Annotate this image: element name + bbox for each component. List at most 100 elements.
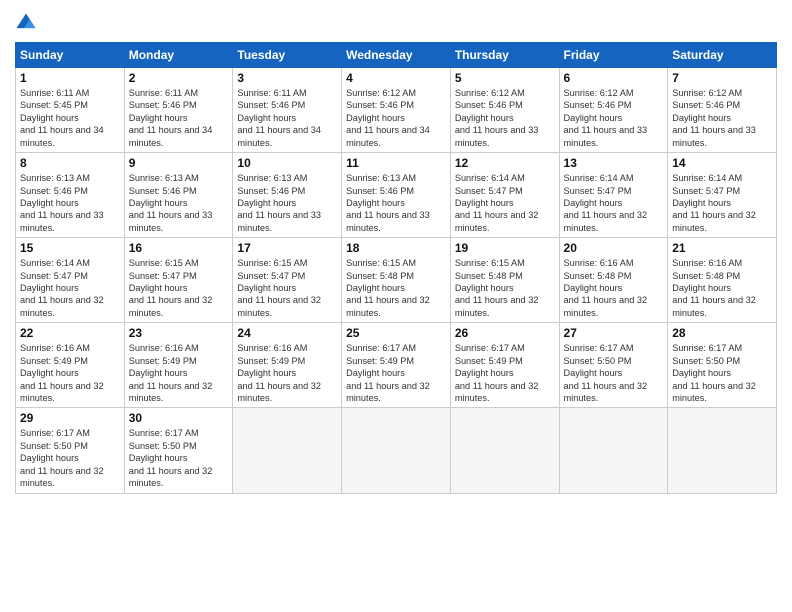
- calendar-cell: 27 Sunrise: 6:17 AMSunset: 5:50 PMDayligh…: [559, 323, 668, 408]
- calendar-cell: 21Sunrise: 6:16 AMSunset: 5:48 PMDayligh…: [668, 238, 777, 323]
- calendar-cell: 12 Sunrise: 6:14 AMSunset: 5:47 PMDayligh…: [450, 153, 559, 238]
- header-day-saturday: Saturday: [668, 43, 777, 68]
- cell-info: Sunrise: 6:15 AMSunset: 5:47 PMDaylight …: [129, 257, 229, 319]
- calendar-cell: 7 Sunrise: 6:12 AMSunset: 5:46 PMDaylight…: [668, 68, 777, 153]
- cell-info: Sunrise: 6:17 AMSunset: 5:49 PMDaylight …: [455, 342, 555, 404]
- page: SundayMondayTuesdayWednesdayThursdayFrid…: [0, 0, 792, 612]
- cell-info: Sunrise: 6:13 AMSunset: 5:46 PMDaylight …: [129, 172, 229, 234]
- calendar-cell: 15Sunrise: 6:14 AMSunset: 5:47 PMDayligh…: [16, 238, 125, 323]
- calendar-cell: [342, 408, 451, 493]
- calendar-cell: 13 Sunrise: 6:14 AMSunset: 5:47 PMDayligh…: [559, 153, 668, 238]
- calendar-cell: 8 Sunrise: 6:13 AMSunset: 5:46 PMDaylight…: [16, 153, 125, 238]
- calendar-cell: 23 Sunrise: 6:16 AMSunset: 5:49 PMDayligh…: [124, 323, 233, 408]
- day-number: 27: [564, 326, 664, 340]
- cell-info: Sunrise: 6:12 AMSunset: 5:46 PMDaylight …: [564, 87, 664, 149]
- cell-info: Sunrise: 6:17 AMSunset: 5:50 PMDaylight …: [20, 427, 120, 489]
- calendar-cell: 17 Sunrise: 6:15 AMSunset: 5:47 PMDayligh…: [233, 238, 342, 323]
- calendar-cell: [450, 408, 559, 493]
- logo: [15, 10, 39, 34]
- day-number: 2: [129, 71, 229, 85]
- cell-info: Sunrise: 6:15 AMSunset: 5:48 PMDaylight …: [346, 257, 446, 319]
- calendar-cell: 4Sunrise: 6:12 AMSunset: 5:46 PMDaylight…: [342, 68, 451, 153]
- header: [15, 10, 777, 34]
- day-number: 9: [129, 156, 229, 170]
- calendar-cell: [668, 408, 777, 493]
- day-number: 25: [346, 326, 446, 340]
- calendar-cell: 18 Sunrise: 6:15 AMSunset: 5:48 PMDayligh…: [342, 238, 451, 323]
- calendar-cell: [233, 408, 342, 493]
- day-number: 15: [20, 241, 120, 255]
- calendar-table: SundayMondayTuesdayWednesdayThursdayFrid…: [15, 42, 777, 494]
- calendar-cell: 25 Sunrise: 6:17 AMSunset: 5:49 PMDayligh…: [342, 323, 451, 408]
- cell-info: Sunrise: 6:15 AMSunset: 5:47 PMDaylight …: [237, 257, 337, 319]
- cell-info: Sunrise: 6:17 AMSunset: 5:50 PMDaylight …: [672, 342, 772, 404]
- cell-info: Sunrise: 6:16 AMSunset: 5:49 PMDaylight …: [237, 342, 337, 404]
- calendar-week-5: 29 Sunrise: 6:17 AMSunset: 5:50 PMDayligh…: [16, 408, 777, 493]
- day-number: 8: [20, 156, 120, 170]
- day-number: 20: [564, 241, 664, 255]
- calendar-week-3: 15Sunrise: 6:14 AMSunset: 5:47 PMDayligh…: [16, 238, 777, 323]
- day-number: 24: [237, 326, 337, 340]
- calendar-cell: 6Sunrise: 6:12 AMSunset: 5:46 PMDaylight…: [559, 68, 668, 153]
- cell-info: Sunrise: 6:17 AMSunset: 5:49 PMDaylight …: [346, 342, 446, 404]
- cell-info: Sunrise: 6:16 AMSunset: 5:49 PMDaylight …: [129, 342, 229, 404]
- cell-info: Sunrise: 6:14 AMSunset: 5:47 PMDaylight …: [564, 172, 664, 234]
- cell-info: Sunrise: 6:15 AMSunset: 5:48 PMDaylight …: [455, 257, 555, 319]
- day-number: 23: [129, 326, 229, 340]
- calendar-week-4: 22Sunrise: 6:16 AMSunset: 5:49 PMDayligh…: [16, 323, 777, 408]
- cell-info: Sunrise: 6:17 AMSunset: 5:50 PMDaylight …: [564, 342, 664, 404]
- day-number: 3: [237, 71, 337, 85]
- calendar-cell: 14 Sunrise: 6:14 AMSunset: 5:47 PMDayligh…: [668, 153, 777, 238]
- calendar-cell: [559, 408, 668, 493]
- header-day-tuesday: Tuesday: [233, 43, 342, 68]
- header-day-friday: Friday: [559, 43, 668, 68]
- cell-info: Sunrise: 6:12 AMSunset: 5:46 PMDaylight …: [455, 87, 555, 149]
- calendar-cell: 3Sunrise: 6:11 AMSunset: 5:46 PMDaylight…: [233, 68, 342, 153]
- calendar-cell: 10 Sunrise: 6:13 AMSunset: 5:46 PMDayligh…: [233, 153, 342, 238]
- calendar-cell: 16 Sunrise: 6:15 AMSunset: 5:47 PMDayligh…: [124, 238, 233, 323]
- logo-icon: [15, 12, 37, 34]
- header-day-monday: Monday: [124, 43, 233, 68]
- day-number: 18: [346, 241, 446, 255]
- day-number: 19: [455, 241, 555, 255]
- day-number: 29: [20, 411, 120, 425]
- cell-info: Sunrise: 6:14 AMSunset: 5:47 PMDaylight …: [672, 172, 772, 234]
- cell-info: Sunrise: 6:12 AMSunset: 5:46 PMDaylight …: [672, 87, 772, 149]
- day-number: 13: [564, 156, 664, 170]
- calendar-cell: 28 Sunrise: 6:17 AMSunset: 5:50 PMDayligh…: [668, 323, 777, 408]
- header-day-thursday: Thursday: [450, 43, 559, 68]
- cell-info: Sunrise: 6:17 AMSunset: 5:50 PMDaylight …: [129, 427, 229, 489]
- calendar-cell: 24 Sunrise: 6:16 AMSunset: 5:49 PMDayligh…: [233, 323, 342, 408]
- calendar-header-row: SundayMondayTuesdayWednesdayThursdayFrid…: [16, 43, 777, 68]
- calendar-cell: 1Sunrise: 6:11 AMSunset: 5:45 PMDaylight…: [16, 68, 125, 153]
- calendar-cell: 5 Sunrise: 6:12 AMSunset: 5:46 PMDaylight…: [450, 68, 559, 153]
- day-number: 5: [455, 71, 555, 85]
- day-number: 17: [237, 241, 337, 255]
- day-number: 7: [672, 71, 772, 85]
- calendar-cell: 2 Sunrise: 6:11 AMSunset: 5:46 PMDaylight…: [124, 68, 233, 153]
- header-day-sunday: Sunday: [16, 43, 125, 68]
- cell-info: Sunrise: 6:16 AMSunset: 5:49 PMDaylight …: [20, 342, 120, 404]
- calendar-cell: 11 Sunrise: 6:13 AMSunset: 5:46 PMDayligh…: [342, 153, 451, 238]
- day-number: 12: [455, 156, 555, 170]
- calendar-week-1: 1Sunrise: 6:11 AMSunset: 5:45 PMDaylight…: [16, 68, 777, 153]
- cell-info: Sunrise: 6:13 AMSunset: 5:46 PMDaylight …: [346, 172, 446, 234]
- cell-info: Sunrise: 6:13 AMSunset: 5:46 PMDaylight …: [20, 172, 120, 234]
- calendar-cell: 26 Sunrise: 6:17 AMSunset: 5:49 PMDayligh…: [450, 323, 559, 408]
- calendar-week-2: 8 Sunrise: 6:13 AMSunset: 5:46 PMDaylight…: [16, 153, 777, 238]
- day-number: 26: [455, 326, 555, 340]
- cell-info: Sunrise: 6:13 AMSunset: 5:46 PMDaylight …: [237, 172, 337, 234]
- day-number: 30: [129, 411, 229, 425]
- day-number: 14: [672, 156, 772, 170]
- calendar-cell: 29 Sunrise: 6:17 AMSunset: 5:50 PMDayligh…: [16, 408, 125, 493]
- day-number: 10: [237, 156, 337, 170]
- day-number: 4: [346, 71, 446, 85]
- calendar-cell: 30 Sunrise: 6:17 AMSunset: 5:50 PMDayligh…: [124, 408, 233, 493]
- day-number: 28: [672, 326, 772, 340]
- calendar-cell: 19 Sunrise: 6:15 AMSunset: 5:48 PMDayligh…: [450, 238, 559, 323]
- day-number: 11: [346, 156, 446, 170]
- cell-info: Sunrise: 6:11 AMSunset: 5:46 PMDaylight …: [129, 87, 229, 149]
- cell-info: Sunrise: 6:14 AMSunset: 5:47 PMDaylight …: [455, 172, 555, 234]
- calendar-cell: 20Sunrise: 6:16 AMSunset: 5:48 PMDayligh…: [559, 238, 668, 323]
- day-number: 16: [129, 241, 229, 255]
